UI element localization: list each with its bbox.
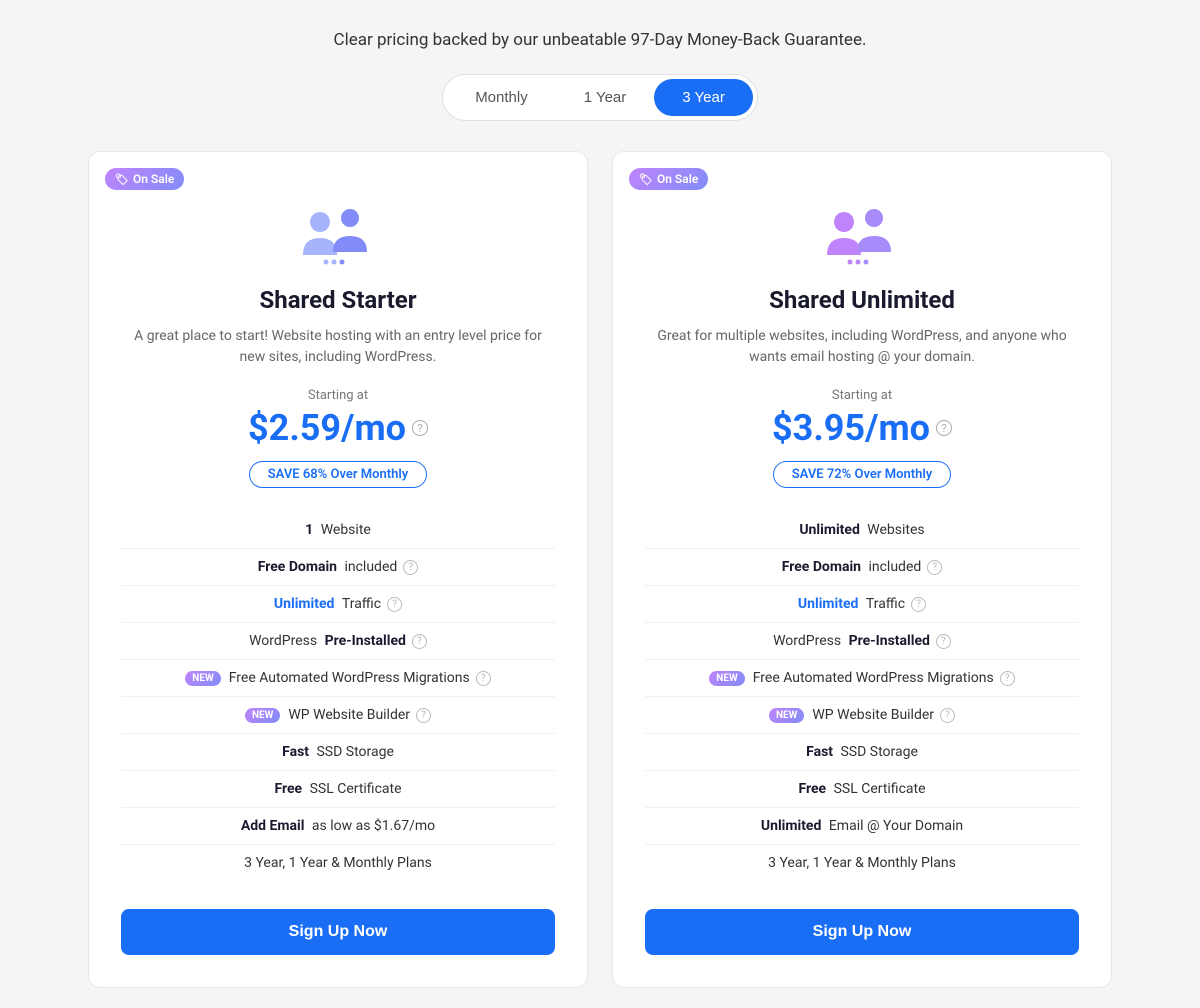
price-value-unlimited: $3.95/mo bbox=[772, 407, 930, 449]
traffic-help-icon[interactable]: ? bbox=[387, 597, 402, 612]
feature-traffic-ul: Unlimited Traffic ? bbox=[645, 586, 1079, 623]
feature-email-ul: Unlimited Email @ Your Domain bbox=[645, 808, 1079, 845]
wp-help-icon[interactable]: ? bbox=[412, 634, 427, 649]
migrations-help-icon[interactable]: ? bbox=[476, 671, 491, 686]
feature-builder-ul: NEW WP Website Builder ? bbox=[645, 697, 1079, 734]
feature-wordpress-ul: WordPress Pre-Installed ? bbox=[645, 623, 1079, 660]
builder-help-icon[interactable]: ? bbox=[416, 708, 431, 723]
feature-wordpress: WordPress Pre-Installed ? bbox=[121, 623, 555, 660]
features-list-starter: 1 Website Free Domain included ? Unlimit… bbox=[89, 512, 587, 881]
domain-help-icon[interactable]: ? bbox=[403, 560, 418, 575]
plan-name-unlimited: Shared Unlimited bbox=[769, 286, 955, 314]
feature-plans-ul: 3 Year, 1 Year & Monthly Plans bbox=[645, 845, 1079, 881]
price-help-icon-unlimited[interactable]: ? bbox=[936, 420, 952, 436]
page-subtitle: Clear pricing backed by our unbeatable 9… bbox=[334, 30, 867, 50]
plan-icon-starter bbox=[298, 200, 378, 270]
save-badge-starter: SAVE 68% Over Monthly bbox=[249, 461, 428, 488]
feature-traffic: Unlimited Traffic ? bbox=[121, 586, 555, 623]
feature-websites: 1 Website bbox=[121, 512, 555, 549]
feature-builder: NEW WP Website Builder ? bbox=[121, 697, 555, 734]
starting-at-starter: Starting at bbox=[308, 388, 368, 403]
feature-ssd-ul: Fast SSD Storage bbox=[645, 734, 1079, 771]
card-shared-unlimited: On Sale Shared Unlimited Great for multi… bbox=[612, 151, 1112, 988]
pricing-cards: On Sale Shared Starter A great place to … bbox=[50, 151, 1150, 988]
feature-plans: 3 Year, 1 Year & Monthly Plans bbox=[121, 845, 555, 881]
new-badge-builder: NEW bbox=[245, 708, 280, 723]
features-list-unlimited: Unlimited Websites Free Domain included … bbox=[613, 512, 1111, 881]
save-badge-unlimited: SAVE 72% Over Monthly bbox=[773, 461, 952, 488]
feature-ssl: Free SSL Certificate bbox=[121, 771, 555, 808]
signup-button-starter[interactable]: Sign Up Now bbox=[121, 909, 555, 955]
feature-migrations-ul: NEW Free Automated WordPress Migrations … bbox=[645, 660, 1079, 697]
signup-button-unlimited[interactable]: Sign Up Now bbox=[645, 909, 1079, 955]
feature-websites-ul: Unlimited Websites bbox=[645, 512, 1079, 549]
tab-3year[interactable]: 3 Year bbox=[654, 79, 753, 116]
starting-at-unlimited: Starting at bbox=[832, 388, 892, 403]
domain-help-icon-ul[interactable]: ? bbox=[927, 560, 942, 575]
feature-email: Add Email as low as $1.67/mo bbox=[121, 808, 555, 845]
price-help-icon-starter[interactable]: ? bbox=[412, 420, 428, 436]
tab-monthly[interactable]: Monthly bbox=[447, 79, 556, 116]
plan-desc-starter: A great place to start! Website hosting … bbox=[89, 326, 587, 368]
card-shared-starter: On Sale Shared Starter A great place to … bbox=[88, 151, 588, 988]
feature-migrations: NEW Free Automated WordPress Migrations … bbox=[121, 660, 555, 697]
new-badge-migrations: NEW bbox=[185, 671, 220, 686]
on-sale-badge-starter: On Sale bbox=[105, 168, 184, 190]
on-sale-badge-unlimited: On Sale bbox=[629, 168, 708, 190]
new-badge-migrations-ul: NEW bbox=[709, 671, 744, 686]
plan-price-starter: $2.59/mo ? bbox=[248, 407, 428, 449]
feature-domain: Free Domain included ? bbox=[121, 549, 555, 586]
migrations-help-icon-ul[interactable]: ? bbox=[1000, 671, 1015, 686]
feature-ssl-ul: Free SSL Certificate bbox=[645, 771, 1079, 808]
new-badge-builder-ul: NEW bbox=[769, 708, 804, 723]
feature-domain-ul: Free Domain included ? bbox=[645, 549, 1079, 586]
wp-help-icon-ul[interactable]: ? bbox=[936, 634, 951, 649]
traffic-help-icon-ul[interactable]: ? bbox=[911, 597, 926, 612]
plan-price-unlimited: $3.95/mo ? bbox=[772, 407, 952, 449]
price-value-starter: $2.59/mo bbox=[248, 407, 406, 449]
feature-ssd: Fast SSD Storage bbox=[121, 734, 555, 771]
builder-help-icon-ul[interactable]: ? bbox=[940, 708, 955, 723]
tab-1year[interactable]: 1 Year bbox=[556, 79, 655, 116]
plan-icon-unlimited bbox=[822, 200, 902, 270]
billing-toggle: Monthly 1 Year 3 Year bbox=[442, 74, 758, 121]
plan-desc-unlimited: Great for multiple websites, including W… bbox=[613, 326, 1111, 368]
plan-name-starter: Shared Starter bbox=[259, 286, 416, 314]
